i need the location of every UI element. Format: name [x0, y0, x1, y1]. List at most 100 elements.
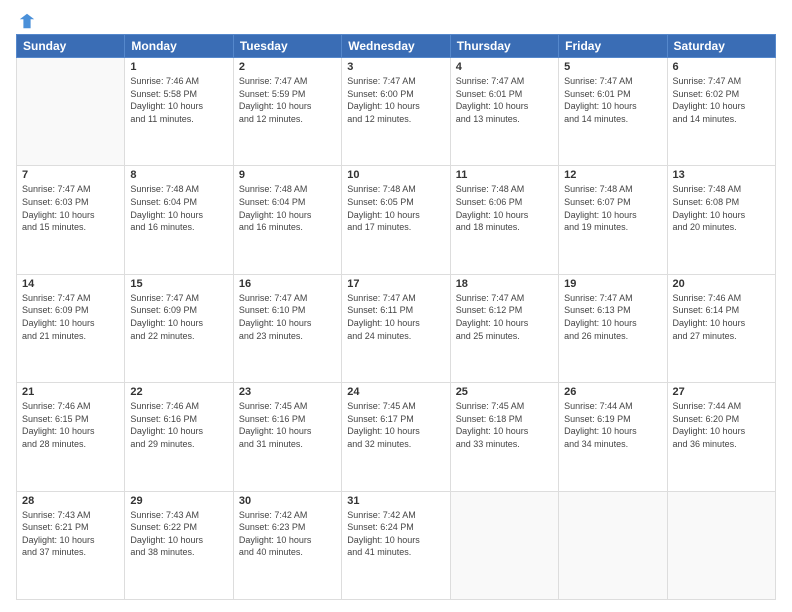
- day-number: 24: [347, 386, 444, 398]
- day-info: Sunrise: 7:48 AMSunset: 6:04 PMDaylight:…: [130, 183, 227, 233]
- calendar-cell: 10 Sunrise: 7:48 AMSunset: 6:05 PMDayligh…: [342, 166, 450, 274]
- day-number: 22: [130, 386, 227, 398]
- day-info: Sunrise: 7:47 AMSunset: 6:09 PMDaylight:…: [22, 292, 119, 342]
- day-number: 14: [22, 278, 119, 290]
- day-info: Sunrise: 7:45 AMSunset: 6:17 PMDaylight:…: [347, 400, 444, 450]
- week-row-4: 21 Sunrise: 7:46 AMSunset: 6:15 PMDayligh…: [17, 383, 776, 491]
- calendar-cell: 20 Sunrise: 7:46 AMSunset: 6:14 PMDayligh…: [667, 274, 775, 382]
- day-number: 2: [239, 61, 336, 73]
- day-info: Sunrise: 7:42 AMSunset: 6:24 PMDaylight:…: [347, 509, 444, 559]
- week-row-3: 14 Sunrise: 7:47 AMSunset: 6:09 PMDayligh…: [17, 274, 776, 382]
- weekday-header-thursday: Thursday: [450, 35, 558, 58]
- day-number: 9: [239, 169, 336, 181]
- day-number: 30: [239, 495, 336, 507]
- calendar-cell: 6Sunrise: 7:47 AMSunset: 6:02 PMDaylight…: [667, 58, 775, 166]
- day-info: Sunrise: 7:46 AMSunset: 6:15 PMDaylight:…: [22, 400, 119, 450]
- calendar-cell: 5 Sunrise: 7:47 AMSunset: 6:01 PMDaylight…: [559, 58, 667, 166]
- day-info: Sunrise: 7:47 AMSunset: 6:01 PMDaylight:…: [564, 75, 661, 125]
- week-row-1: 1 Sunrise: 7:46 AMSunset: 5:58 PMDaylight…: [17, 58, 776, 166]
- calendar-cell: 3 Sunrise: 7:47 AMSunset: 6:00 PMDaylight…: [342, 58, 450, 166]
- calendar-cell: 23 Sunrise: 7:45 AMSunset: 6:16 PMDayligh…: [233, 383, 341, 491]
- weekday-header-friday: Friday: [559, 35, 667, 58]
- day-info: Sunrise: 7:47 AMSunset: 6:00 PMDaylight:…: [347, 75, 444, 125]
- day-number: 31: [347, 495, 444, 507]
- header: [16, 12, 776, 26]
- calendar-cell: [667, 491, 775, 599]
- day-number: 18: [456, 278, 553, 290]
- day-number: 20: [673, 278, 770, 290]
- calendar-cell: 7 Sunrise: 7:47 AMSunset: 6:03 PMDaylight…: [17, 166, 125, 274]
- calendar-cell: 25 Sunrise: 7:45 AMSunset: 6:18 PMDayligh…: [450, 383, 558, 491]
- calendar-cell: [450, 491, 558, 599]
- day-info: Sunrise: 7:48 AMSunset: 6:04 PMDaylight:…: [239, 183, 336, 233]
- day-info: Sunrise: 7:47 AMSunset: 6:12 PMDaylight:…: [456, 292, 553, 342]
- weekday-header-sunday: Sunday: [17, 35, 125, 58]
- day-info: Sunrise: 7:48 AMSunset: 6:07 PMDaylight:…: [564, 183, 661, 233]
- day-info: Sunrise: 7:47 AMSunset: 6:10 PMDaylight:…: [239, 292, 336, 342]
- day-info: Sunrise: 7:44 AMSunset: 6:19 PMDaylight:…: [564, 400, 661, 450]
- day-info: Sunrise: 7:47 AMSunset: 6:09 PMDaylight:…: [130, 292, 227, 342]
- day-info: Sunrise: 7:44 AMSunset: 6:20 PMDaylight:…: [673, 400, 770, 450]
- day-info: Sunrise: 7:43 AMSunset: 6:22 PMDaylight:…: [130, 509, 227, 559]
- day-info: Sunrise: 7:48 AMSunset: 6:08 PMDaylight:…: [673, 183, 770, 233]
- calendar-cell: 26 Sunrise: 7:44 AMSunset: 6:19 PMDayligh…: [559, 383, 667, 491]
- day-info: Sunrise: 7:47 AMSunset: 5:59 PMDaylight:…: [239, 75, 336, 125]
- day-number: 19: [564, 278, 661, 290]
- day-info: Sunrise: 7:47 AMSunset: 6:13 PMDaylight:…: [564, 292, 661, 342]
- calendar-cell: 13Sunrise: 7:48 AMSunset: 6:08 PMDayligh…: [667, 166, 775, 274]
- calendar-cell: 9 Sunrise: 7:48 AMSunset: 6:04 PMDaylight…: [233, 166, 341, 274]
- calendar-cell: [559, 491, 667, 599]
- calendar-cell: 8Sunrise: 7:48 AMSunset: 6:04 PMDaylight…: [125, 166, 233, 274]
- day-info: Sunrise: 7:46 AMSunset: 6:14 PMDaylight:…: [673, 292, 770, 342]
- day-number: 6: [673, 61, 770, 73]
- day-info: Sunrise: 7:42 AMSunset: 6:23 PMDaylight:…: [239, 509, 336, 559]
- day-number: 28: [22, 495, 119, 507]
- day-info: Sunrise: 7:45 AMSunset: 6:16 PMDaylight:…: [239, 400, 336, 450]
- day-info: Sunrise: 7:43 AMSunset: 6:21 PMDaylight:…: [22, 509, 119, 559]
- day-number: 21: [22, 386, 119, 398]
- day-number: 26: [564, 386, 661, 398]
- day-number: 3: [347, 61, 444, 73]
- calendar-cell: 14 Sunrise: 7:47 AMSunset: 6:09 PMDayligh…: [17, 274, 125, 382]
- calendar-cell: 16Sunrise: 7:47 AMSunset: 6:10 PMDayligh…: [233, 274, 341, 382]
- day-info: Sunrise: 7:46 AMSunset: 5:58 PMDaylight:…: [130, 75, 227, 125]
- calendar-cell: 17Sunrise: 7:47 AMSunset: 6:11 PMDayligh…: [342, 274, 450, 382]
- day-number: 10: [347, 169, 444, 181]
- weekday-header-tuesday: Tuesday: [233, 35, 341, 58]
- day-number: 29: [130, 495, 227, 507]
- calendar-cell: 19 Sunrise: 7:47 AMSunset: 6:13 PMDayligh…: [559, 274, 667, 382]
- weekday-header-wednesday: Wednesday: [342, 35, 450, 58]
- weekday-header-row: SundayMondayTuesdayWednesdayThursdayFrid…: [17, 35, 776, 58]
- day-number: 1: [130, 61, 227, 73]
- calendar-cell: [17, 58, 125, 166]
- day-number: 23: [239, 386, 336, 398]
- calendar-cell: 2 Sunrise: 7:47 AMSunset: 5:59 PMDaylight…: [233, 58, 341, 166]
- week-row-2: 7 Sunrise: 7:47 AMSunset: 6:03 PMDaylight…: [17, 166, 776, 274]
- calendar-cell: 24 Sunrise: 7:45 AMSunset: 6:17 PMDayligh…: [342, 383, 450, 491]
- day-info: Sunrise: 7:48 AMSunset: 6:05 PMDaylight:…: [347, 183, 444, 233]
- day-number: 7: [22, 169, 119, 181]
- calendar-cell: 18 Sunrise: 7:47 AMSunset: 6:12 PMDayligh…: [450, 274, 558, 382]
- calendar-cell: 31 Sunrise: 7:42 AMSunset: 6:24 PMDayligh…: [342, 491, 450, 599]
- day-info: Sunrise: 7:45 AMSunset: 6:18 PMDaylight:…: [456, 400, 553, 450]
- day-number: 17: [347, 278, 444, 290]
- day-info: Sunrise: 7:47 AMSunset: 6:03 PMDaylight:…: [22, 183, 119, 233]
- day-number: 25: [456, 386, 553, 398]
- weekday-header-saturday: Saturday: [667, 35, 775, 58]
- calendar-table: SundayMondayTuesdayWednesdayThursdayFrid…: [16, 34, 776, 600]
- calendar-cell: 27 Sunrise: 7:44 AMSunset: 6:20 PMDayligh…: [667, 383, 775, 491]
- calendar-cell: 28 Sunrise: 7:43 AMSunset: 6:21 PMDayligh…: [17, 491, 125, 599]
- calendar-cell: 15 Sunrise: 7:47 AMSunset: 6:09 PMDayligh…: [125, 274, 233, 382]
- logo: [16, 12, 36, 26]
- day-number: 27: [673, 386, 770, 398]
- weekday-header-monday: Monday: [125, 35, 233, 58]
- week-row-5: 28 Sunrise: 7:43 AMSunset: 6:21 PMDayligh…: [17, 491, 776, 599]
- day-number: 15: [130, 278, 227, 290]
- calendar-cell: 4Sunrise: 7:47 AMSunset: 6:01 PMDaylight…: [450, 58, 558, 166]
- day-info: Sunrise: 7:46 AMSunset: 6:16 PMDaylight:…: [130, 400, 227, 450]
- calendar-cell: 30 Sunrise: 7:42 AMSunset: 6:23 PMDayligh…: [233, 491, 341, 599]
- calendar-cell: 11Sunrise: 7:48 AMSunset: 6:06 PMDayligh…: [450, 166, 558, 274]
- logo-flag-icon: [18, 12, 36, 30]
- day-number: 5: [564, 61, 661, 73]
- day-number: 4: [456, 61, 553, 73]
